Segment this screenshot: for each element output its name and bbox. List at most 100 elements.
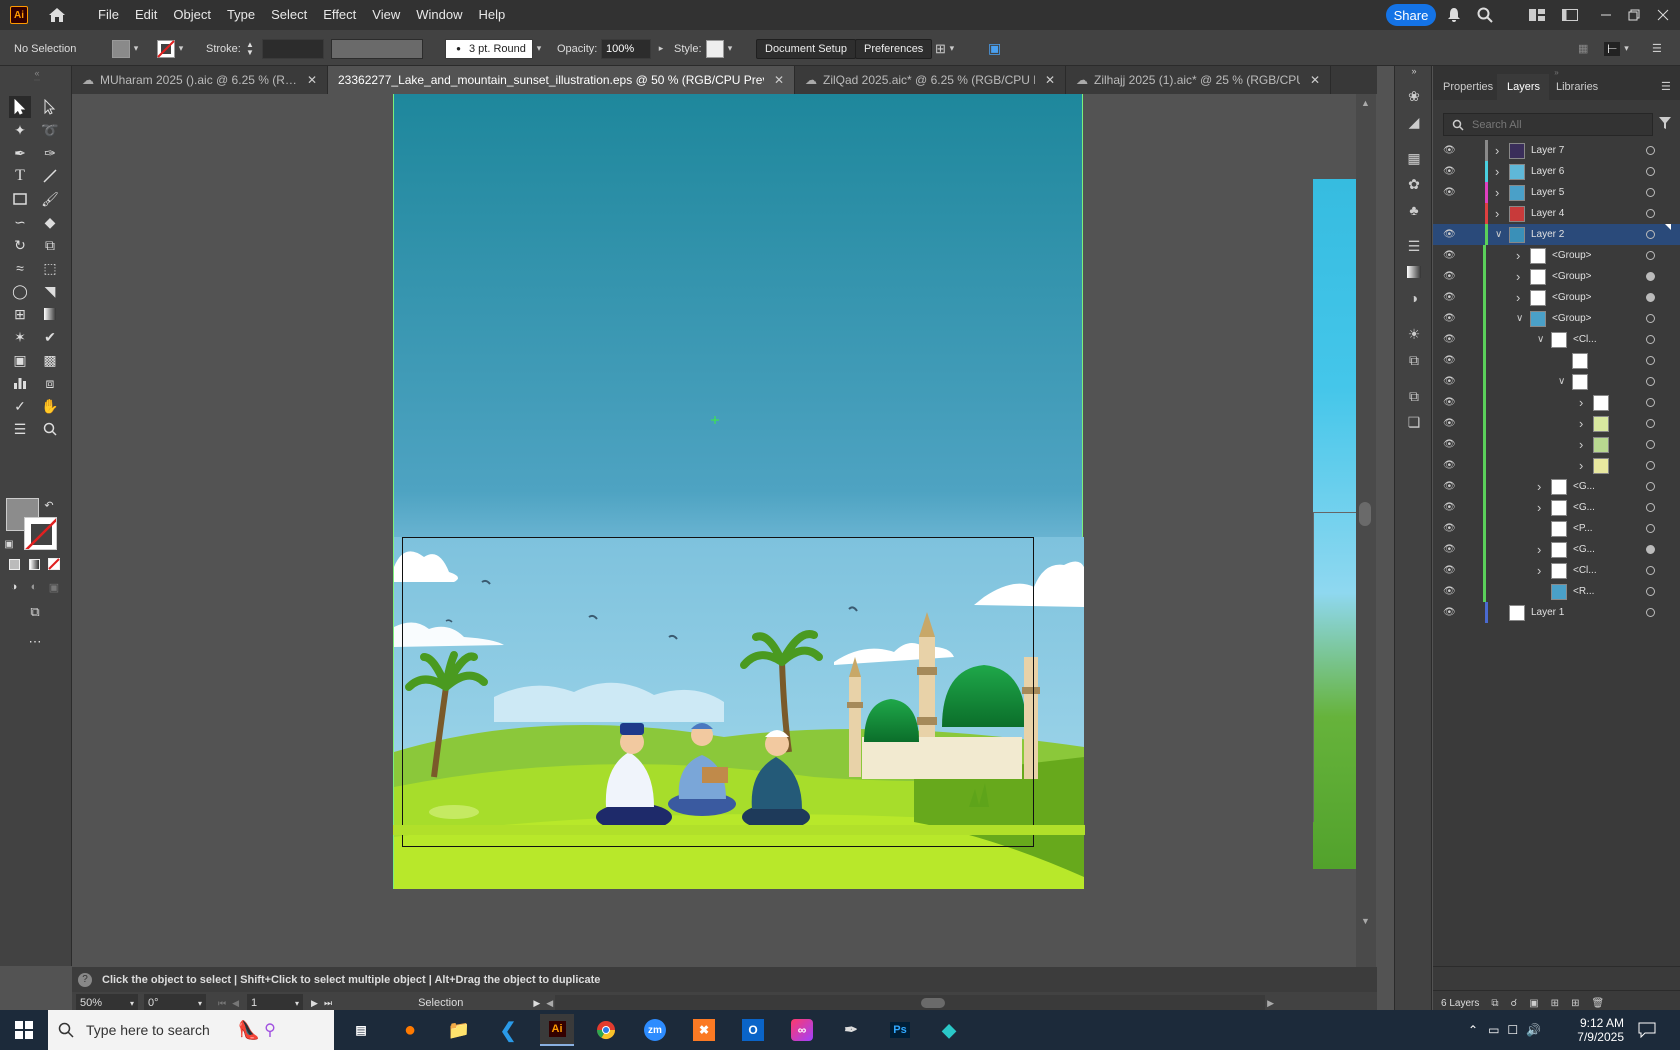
layer-name[interactable]: Layer 4 xyxy=(1531,208,1564,219)
color-mode-icon[interactable] xyxy=(4,556,24,572)
chevron-right-icon[interactable]: › xyxy=(1516,290,1520,305)
chrome-icon[interactable] xyxy=(589,1014,623,1046)
layer-row[interactable]: 👁 › xyxy=(1433,434,1680,455)
delete-layer-icon[interactable]: 🗑 xyxy=(1591,998,1604,1009)
xampp-icon[interactable]: ✖ xyxy=(687,1014,721,1046)
layers-search-input[interactable]: Search All xyxy=(1443,113,1653,136)
share-button[interactable]: Share xyxy=(1386,4,1436,26)
document-setup-button[interactable]: Document Setup xyxy=(756,38,856,59)
photoshop-icon[interactable]: Ps xyxy=(883,1014,917,1046)
panel-options-icon[interactable]: ⊢ ▾ xyxy=(1604,39,1632,58)
first-artboard-icon[interactable]: ⏮ xyxy=(218,998,226,1009)
chevron-down-icon[interactable]: ∨ xyxy=(1495,229,1502,240)
layer-row[interactable]: 👁 <P... xyxy=(1433,518,1680,539)
export-selection-icon[interactable]: ⧉ xyxy=(1491,998,1498,1009)
panel-menu-icon[interactable]: ☰ xyxy=(1661,80,1671,93)
chevron-right-icon[interactable]: › xyxy=(1516,269,1520,284)
brush-definition[interactable]: ● 3 pt. Round ▾ xyxy=(445,38,545,59)
draw-normal-icon[interactable]: ◑ xyxy=(4,579,24,595)
tab-properties[interactable]: Properties xyxy=(1443,81,1493,93)
eraser-tool-icon[interactable]: ◆ xyxy=(39,211,61,233)
rectangle-tool-icon[interactable] xyxy=(9,188,31,210)
swatches-icon[interactable]: ▦ xyxy=(1404,148,1424,168)
target-circle-icon[interactable] xyxy=(1646,419,1655,428)
visibility-eye-icon[interactable]: 👁 xyxy=(1443,355,1457,366)
menu-select[interactable]: Select xyxy=(263,0,315,30)
visibility-eye-icon[interactable]: 👁 xyxy=(1443,271,1457,282)
network-status-icon[interactable]: ▭ xyxy=(1488,1023,1499,1037)
artboard[interactable] xyxy=(393,94,1085,889)
rotate-tool-icon[interactable]: ↻ xyxy=(9,234,31,256)
chevron-right-icon[interactable]: › xyxy=(1579,416,1583,431)
zoom-app-icon[interactable]: zm xyxy=(638,1014,672,1046)
layer-row[interactable]: 👁 › <G... xyxy=(1433,539,1680,560)
layer-row[interactable]: 👁 › <Group> xyxy=(1433,287,1680,308)
new-sublayer-icon[interactable]: ⊞ xyxy=(1551,998,1559,1009)
restore-icon[interactable] xyxy=(1625,6,1643,24)
scale-tool-icon[interactable]: ⧉ xyxy=(39,234,61,256)
stroke-color-control[interactable]: ▾ xyxy=(157,39,187,58)
locate-object-icon[interactable]: ☌ xyxy=(1511,998,1518,1009)
selection-tool-icon[interactable] xyxy=(9,96,31,118)
outlook-icon[interactable]: O xyxy=(736,1014,770,1046)
layer-name[interactable]: Layer 2 xyxy=(1531,229,1564,240)
visibility-eye-icon[interactable]: 👁 xyxy=(1443,250,1457,261)
chevron-right-icon[interactable]: › xyxy=(1537,542,1541,557)
status-menu-icon[interactable]: ▶ xyxy=(533,998,540,1009)
chevron-right-icon[interactable]: › xyxy=(1579,395,1583,410)
target-circle-icon[interactable] xyxy=(1646,356,1655,365)
target-circle-icon[interactable] xyxy=(1646,167,1655,176)
menu-effect[interactable]: Effect xyxy=(315,0,364,30)
arrange-documents-icon[interactable] xyxy=(1528,6,1546,24)
draw-behind-icon[interactable]: ◐ xyxy=(24,579,44,595)
color-panel-icon[interactable]: ❀ xyxy=(1404,86,1424,106)
vscode-icon[interactable]: ❮ xyxy=(491,1014,525,1046)
layer-name[interactable]: <G... xyxy=(1573,544,1595,555)
chevron-right-icon[interactable]: › xyxy=(1516,248,1520,263)
close-tab-icon[interactable]: ✕ xyxy=(1310,73,1320,87)
show-hidden-icons-icon[interactable]: ⌃ xyxy=(1468,1023,1478,1037)
draw-inside-icon[interactable]: ▣ xyxy=(44,579,64,595)
stroke-swatch[interactable] xyxy=(24,517,57,550)
close-icon[interactable] xyxy=(1654,6,1672,24)
blue-app-icon[interactable]: ◆ xyxy=(932,1014,966,1046)
layer-name[interactable]: <Group> xyxy=(1552,271,1591,282)
layer-name[interactable]: <Cl... xyxy=(1573,565,1597,576)
color-guide-icon[interactable]: ◢ xyxy=(1404,112,1424,132)
visibility-eye-icon[interactable]: 👁 xyxy=(1443,229,1457,240)
layer-row[interactable]: 👁 ∨ <Group> xyxy=(1433,308,1680,329)
layer-row[interactable]: 👁 ∨ Layer 2 xyxy=(1433,224,1680,245)
stroke-weight-field[interactable] xyxy=(262,38,324,59)
perspective-grid-tool-icon[interactable]: ◥ xyxy=(39,280,61,302)
minimize-icon[interactable] xyxy=(1597,6,1615,24)
taskbar-search[interactable]: Type here to search 👠 ⚲ xyxy=(48,1010,334,1050)
menu-view[interactable]: View xyxy=(364,0,408,30)
visibility-eye-icon[interactable]: 👁 xyxy=(1443,565,1457,576)
visibility-eye-icon[interactable]: 👁 xyxy=(1443,376,1457,387)
vertical-scrollbar[interactable]: ▲ ▼ xyxy=(1356,94,1376,967)
close-tab-icon[interactable]: ✕ xyxy=(774,73,784,87)
curvature-tool-icon[interactable]: ✑ xyxy=(39,142,61,164)
isolate-icon[interactable]: ▦ xyxy=(1578,39,1588,58)
menu-icon[interactable]: ☰ xyxy=(1652,39,1662,58)
layer-row[interactable]: 👁 › <Cl... xyxy=(1433,560,1680,581)
stroke-panel-icon[interactable]: ☰ xyxy=(1404,236,1424,256)
visibility-eye-icon[interactable]: 👁 xyxy=(1443,397,1457,408)
target-circle-icon[interactable] xyxy=(1646,587,1655,596)
layer-row[interactable]: 👁 xyxy=(1433,350,1680,371)
target-circle-icon[interactable] xyxy=(1646,461,1655,470)
layer-name[interactable]: <G... xyxy=(1573,481,1595,492)
next-artboard-icon[interactable]: ▶ xyxy=(311,998,318,1009)
chevron-down-icon[interactable]: ∨ xyxy=(1558,376,1565,387)
layer-row[interactable]: 👁 › xyxy=(1433,413,1680,434)
help-icon[interactable]: ? xyxy=(78,972,92,987)
visibility-eye-icon[interactable]: 👁 xyxy=(1443,439,1457,450)
chevron-right-icon[interactable]: › xyxy=(1495,164,1499,179)
visibility-eye-icon[interactable]: 👁 xyxy=(1443,460,1457,471)
target-circle-icon[interactable] xyxy=(1646,146,1655,155)
more-tools-icon[interactable]: ⋯ xyxy=(24,634,46,650)
none-mode-icon[interactable] xyxy=(44,556,64,572)
chevron-right-icon[interactable]: › xyxy=(1537,500,1541,515)
layer-name[interactable]: <R... xyxy=(1573,586,1594,597)
type-tool-icon[interactable]: T xyxy=(9,165,31,187)
